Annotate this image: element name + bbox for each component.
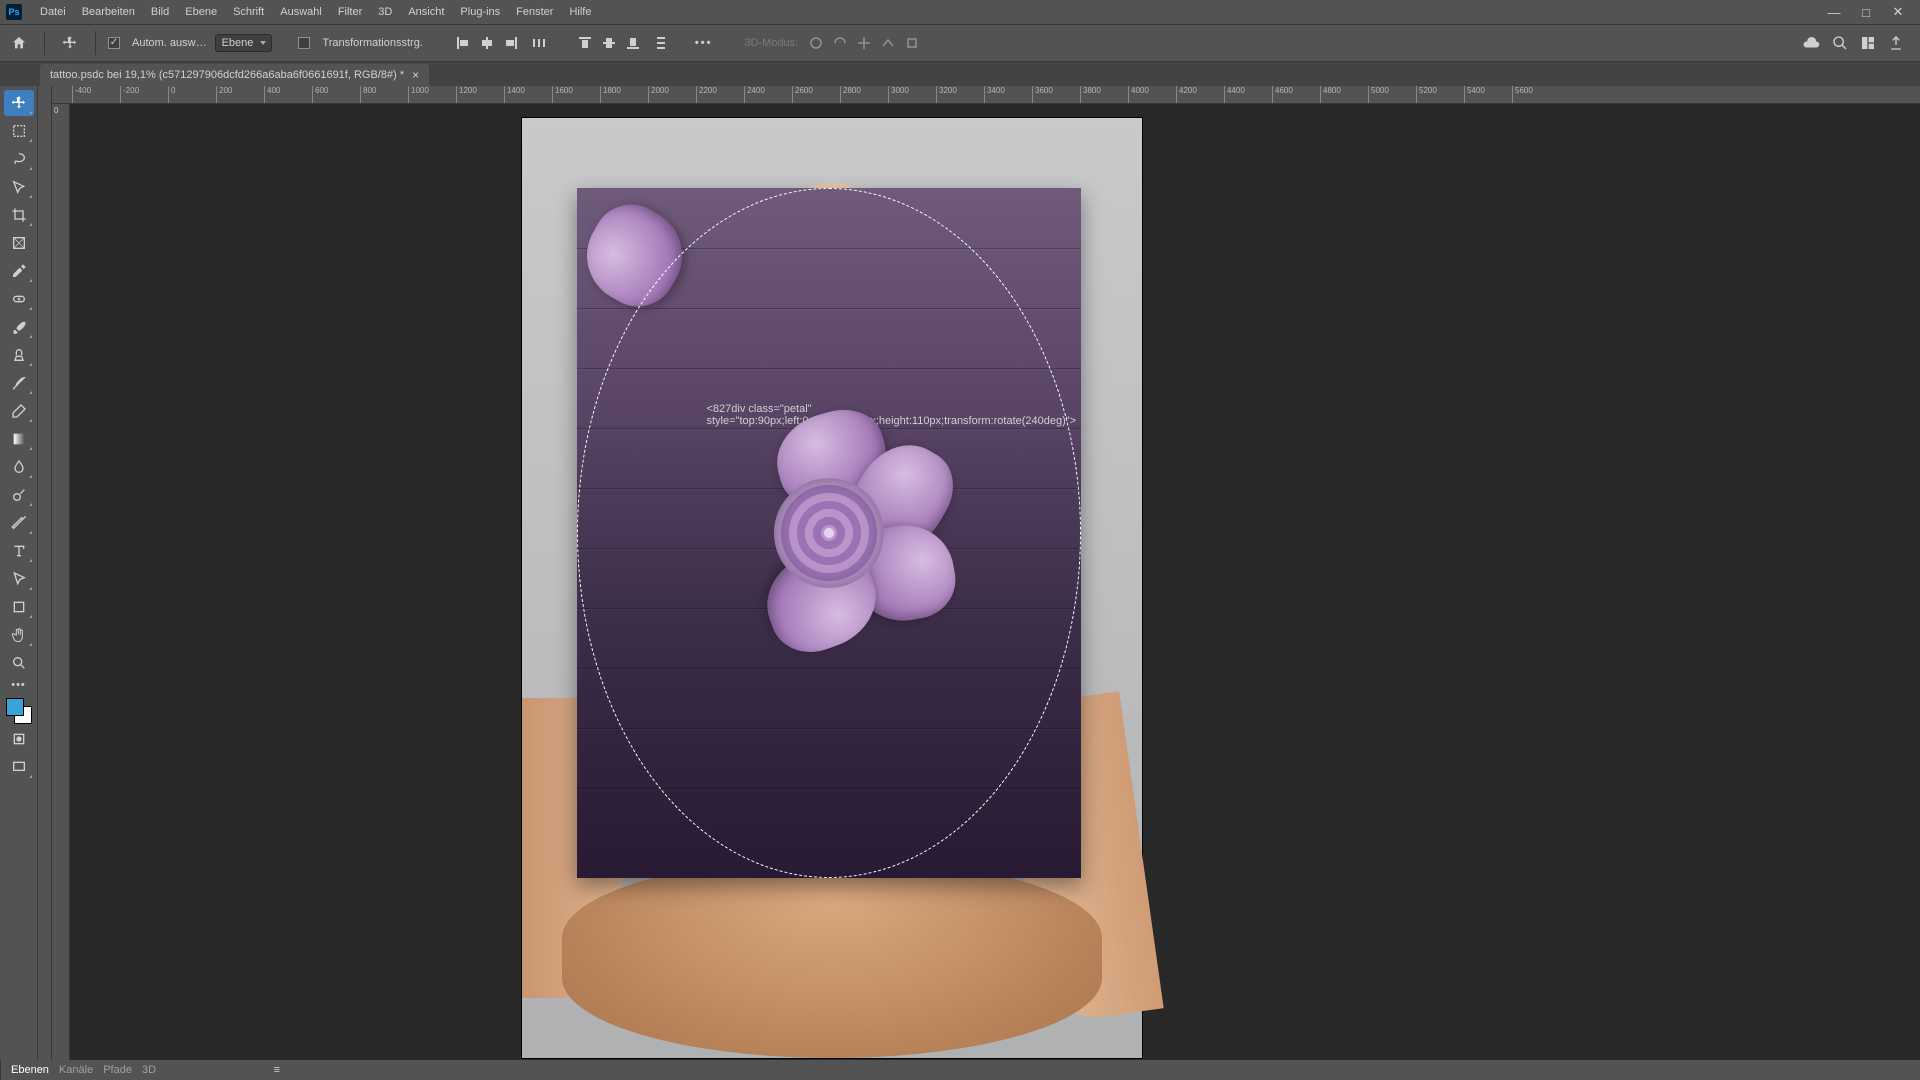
align-right-icon[interactable] — [501, 33, 521, 53]
panel-menu-icon[interactable]: ≡ — [274, 1064, 280, 1076]
auto-select-label: Autom. ausw… — [132, 37, 207, 49]
document-tab-bar: tattoo.psdc bei 19,1% (c571297906dcfd266… — [0, 62, 1920, 86]
tab-3d[interactable]: 3D — [142, 1064, 156, 1076]
dodge-tool[interactable] — [4, 482, 34, 508]
align-hcenter-icon[interactable] — [477, 33, 497, 53]
move-tool-icon — [57, 30, 83, 56]
document-tab[interactable]: tattoo.psdc bei 19,1% (c571297906dcfd266… — [40, 64, 429, 86]
tab-pfade[interactable]: Pfade — [103, 1064, 132, 1076]
menu-auswahl[interactable]: Auswahl — [272, 6, 330, 18]
shape-tool[interactable] — [4, 594, 34, 620]
options-bar: Autom. ausw… Ebene Transformationsstrg. … — [0, 24, 1920, 62]
auto-select-checkbox[interactable] — [108, 37, 120, 49]
history-brush-tool[interactable] — [4, 370, 34, 396]
menu-plugins[interactable]: Plug-ins — [452, 6, 508, 18]
close-tab-icon[interactable]: × — [412, 68, 419, 82]
crop-tool[interactable] — [4, 202, 34, 228]
document-tab-title: tattoo.psdc bei 19,1% (c571297906dcfd266… — [50, 69, 404, 81]
3d-roll-icon — [830, 33, 850, 53]
window-minimize[interactable]: — — [1818, 5, 1850, 20]
quick-mask-icon[interactable] — [4, 726, 34, 752]
3d-orbit-icon — [806, 33, 826, 53]
window-maximize[interactable]: □ — [1850, 5, 1882, 20]
auto-select-dropdown[interactable]: Ebene — [215, 34, 273, 52]
tab-kanaele[interactable]: Kanäle — [59, 1064, 93, 1076]
menu-bild[interactable]: Bild — [143, 6, 177, 18]
transform-controls-label: Transformationsstrg. — [322, 37, 422, 49]
quick-select-tool[interactable] — [4, 174, 34, 200]
menu-hilfe[interactable]: Hilfe — [561, 6, 599, 18]
frame-tool[interactable] — [4, 230, 34, 256]
edit-toolbar-icon[interactable]: ••• — [4, 678, 34, 692]
horizontal-ruler: -400-20002004006008001000120014001600180… — [52, 86, 1920, 104]
home-button[interactable] — [6, 30, 32, 56]
vruler-origin: 0 — [52, 104, 69, 117]
image-body — [562, 858, 1102, 1058]
brush-tool[interactable] — [4, 314, 34, 340]
cloud-docs-icon[interactable] — [1802, 34, 1820, 52]
menu-fenster[interactable]: Fenster — [508, 6, 561, 18]
hand-tool[interactable] — [4, 622, 34, 648]
clone-stamp-tool[interactable] — [4, 342, 34, 368]
zoom-tool[interactable] — [4, 650, 34, 676]
toolbar: ••• — [0, 86, 38, 1060]
3d-pan-icon — [854, 33, 874, 53]
path-select-tool[interactable] — [4, 566, 34, 592]
menu-datei[interactable]: Datei — [32, 6, 74, 18]
screen-mode-icon[interactable] — [4, 754, 34, 780]
window-close[interactable]: ✕ — [1882, 4, 1914, 20]
rose-core — [774, 478, 884, 588]
align-left-icon[interactable] — [453, 33, 473, 53]
align-horizontal-group — [453, 33, 521, 53]
menu-3d[interactable]: 3D — [370, 6, 400, 18]
search-icon[interactable] — [1832, 35, 1848, 51]
3d-mode-label: 3D-Modus: — [744, 37, 798, 49]
menu-bearbeiten[interactable]: Bearbeiten — [74, 6, 143, 18]
eraser-tool[interactable] — [4, 398, 34, 424]
menu-schrift[interactable]: Schrift — [225, 6, 272, 18]
menu-filter[interactable]: Filter — [330, 6, 370, 18]
more-options-button[interactable]: ••• — [695, 37, 713, 49]
document-artboard[interactable]: <827div class="petal" style="top:90px;le… — [522, 118, 1142, 1058]
share-icon[interactable] — [1888, 35, 1904, 51]
3d-scale-icon — [902, 33, 922, 53]
align-top-icon[interactable] — [575, 33, 595, 53]
workspace-icon[interactable] — [1860, 35, 1876, 51]
align-vcenter-icon[interactable] — [599, 33, 619, 53]
color-swatch[interactable] — [6, 698, 32, 724]
menubar: Ps Datei Bearbeiten Bild Ebene Schrift A… — [0, 0, 1920, 24]
blur-tool[interactable] — [4, 454, 34, 480]
marquee-tool[interactable] — [4, 118, 34, 144]
tab-ebenen[interactable]: Ebenen — [11, 1064, 49, 1076]
gradient-tool[interactable] — [4, 426, 34, 452]
layers-panel: Ebenen Kanäle Pfade 3D ≡ T Normal Deckkr… — [0, 1060, 290, 1080]
panel-tabs: Ebenen Kanäle Pfade 3D ≡ — [1, 1060, 290, 1080]
menu-ansicht[interactable]: Ansicht — [400, 6, 452, 18]
pen-tool[interactable] — [4, 510, 34, 536]
transform-controls-checkbox[interactable] — [298, 37, 310, 49]
layer-purple-board[interactable]: <827div class="petal" style="top:90px;le… — [577, 188, 1081, 878]
align-vertical-group — [575, 33, 643, 53]
type-tool[interactable] — [4, 538, 34, 564]
collapsed-panel-strip[interactable] — [38, 86, 52, 1060]
3d-mode-icons — [806, 33, 922, 53]
move-tool[interactable] — [4, 90, 34, 116]
lasso-tool[interactable] — [4, 146, 34, 172]
distribute-v-icon[interactable] — [651, 33, 671, 53]
vertical-ruler: 0 — [52, 104, 70, 1060]
distribute-h-icon[interactable] — [529, 33, 549, 53]
eyedropper-tool[interactable] — [4, 258, 34, 284]
3d-slide-icon — [878, 33, 898, 53]
align-bottom-icon[interactable] — [623, 33, 643, 53]
healing-tool[interactable] — [4, 286, 34, 312]
foreground-color[interactable] — [6, 698, 24, 716]
app-logo: Ps — [6, 4, 22, 20]
menu-ebene[interactable]: Ebene — [177, 6, 225, 18]
canvas-area[interactable]: -400-20002004006008001000120014001600180… — [52, 86, 1920, 1060]
